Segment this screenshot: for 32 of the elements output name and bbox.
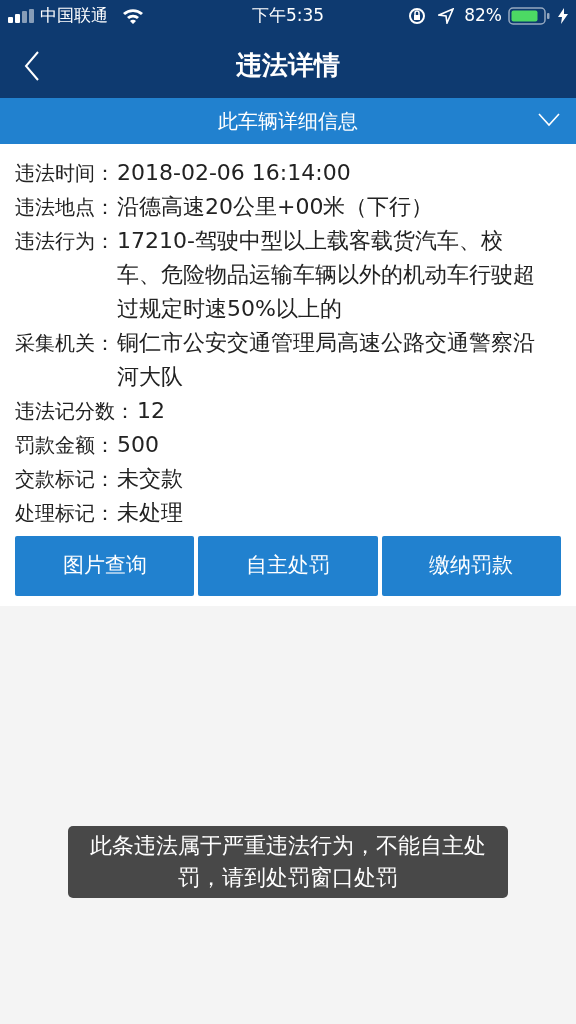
battery-percent: 82% (464, 4, 502, 28)
carrier-name: 中国联通 (40, 4, 108, 28)
field-label: 处理标记： (15, 500, 115, 527)
page-title: 违法详情 (236, 48, 340, 82)
action-button[interactable]: 图片查询 (15, 536, 195, 596)
toast-message: 此条违法属于严重违法行为，不能自主处罚，请到处罚窗口处罚 (68, 826, 508, 898)
field-label: 违法行为： (15, 228, 115, 255)
field-value: 12 (137, 397, 166, 425)
field-value: 500 (117, 431, 160, 459)
field-label: 违法记分数： (15, 398, 135, 425)
field-value: 未交款 (117, 465, 184, 493)
field-label: 交款标记： (15, 466, 115, 493)
wifi-icon (122, 8, 144, 24)
field-label: 违法时间： (15, 160, 115, 187)
field-label: 罚款金额： (15, 432, 115, 459)
action-button[interactable]: 自主处罚 (198, 536, 378, 596)
chevron-down-icon (538, 113, 560, 127)
action-button[interactable]: 缴纳罚款 (381, 536, 561, 596)
field-value: 17210-驾驶中型以上载客载货汽车、校车、危险物品运输车辆以外的机动车行驶超过规定时速50%以上的 (117, 227, 536, 323)
section-header[interactable]: 此车辆详细信息 (0, 98, 576, 144)
clock-time: 下午5:35 (251, 4, 325, 28)
signal-icon (8, 9, 36, 23)
battery-icon (508, 7, 552, 25)
field-value: 2018-02-06 16:14:00 (117, 159, 352, 187)
field-label: 违法地点： (15, 194, 115, 221)
field-value: 沿德高速20公里+00米（下行） (117, 193, 435, 221)
charging-icon (558, 8, 568, 24)
field-value: 铜仁市公安交通管理局高速公路交通警察沿河大队 (117, 329, 536, 391)
field-label: 采集机关： (15, 330, 115, 357)
location-arrow-icon (438, 8, 455, 24)
rotation-lock-icon (408, 7, 427, 25)
field-value: 未处理 (117, 499, 184, 527)
